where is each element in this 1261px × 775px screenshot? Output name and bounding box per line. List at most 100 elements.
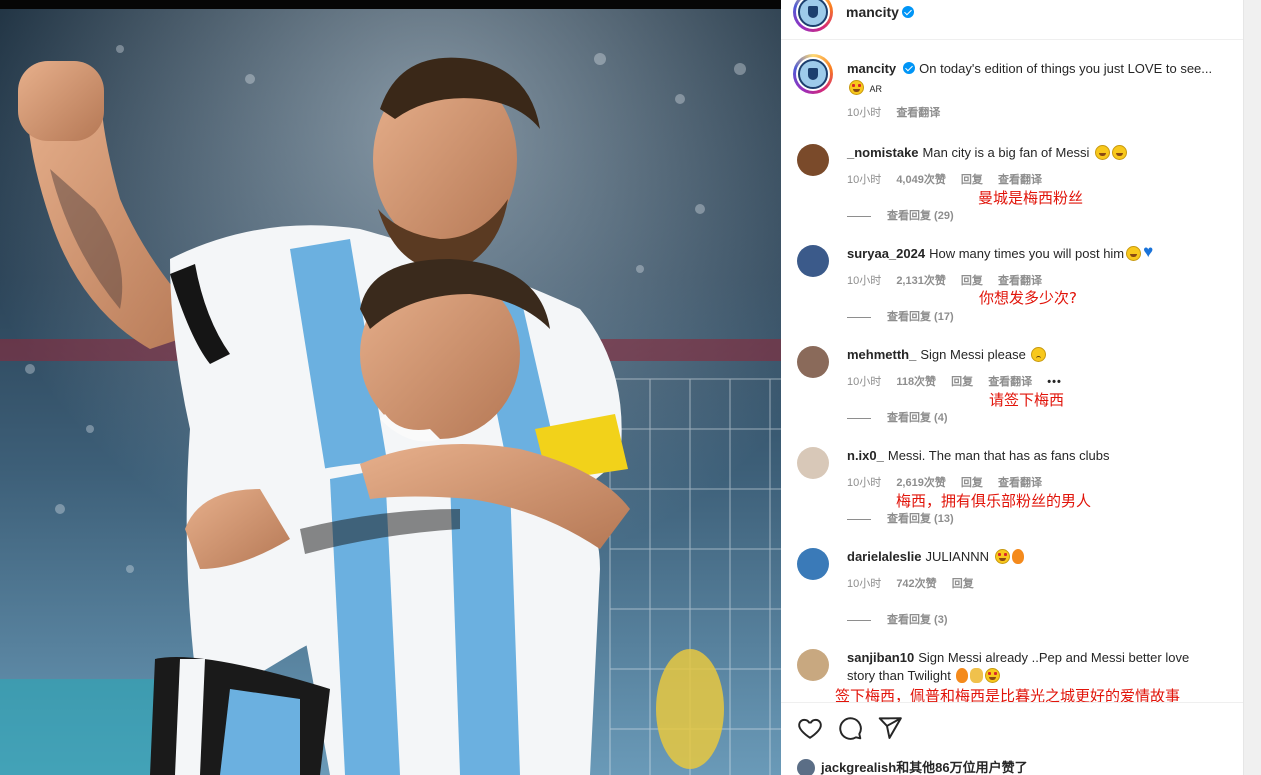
comment-list[interactable]: mancity On today's edition of things you … [781, 40, 1243, 702]
post-photo[interactable] [0, 0, 781, 775]
caption-suffix: AR [869, 84, 883, 94]
comment-meta: 10小时 742次赞 回复 [847, 575, 986, 591]
translate-button[interactable]: 查看翻译 [988, 376, 1032, 388]
view-replies-button[interactable]: 查看回复 (17) [847, 308, 954, 324]
caption-suffix-line: AR [847, 80, 882, 95]
comment-text: Man city is a big fan of Messi [922, 145, 1090, 160]
verified-icon [901, 6, 914, 18]
comment-text-line: n.ix0_ Messi. The man that has as fans cl… [847, 447, 1237, 465]
club-crest-icon [798, 59, 828, 89]
caption-time: 10小时 [847, 107, 882, 119]
account-avatar[interactable] [793, 0, 833, 32]
comment-time: 10小时 [847, 376, 882, 388]
view-replies-label: 查看回复 (29) [887, 210, 954, 222]
chinese-annotation: 你想发多少次? [979, 289, 1077, 307]
view-replies-label: 查看回复 (4) [887, 412, 948, 424]
comment-text-line: sanjiban10 Sign Messi already ..Pep and M… [847, 649, 1217, 685]
comment-likes[interactable]: 4,049次赞 [896, 174, 946, 186]
view-replies-label: 查看回复 (13) [887, 513, 954, 525]
post-header: mancity [781, 0, 1243, 40]
commenter-avatar[interactable] [797, 144, 829, 176]
reply-button[interactable]: 回复 [961, 275, 983, 287]
comment-username[interactable]: n.ix0_ [847, 448, 884, 463]
view-replies-button[interactable]: 查看回复 (3) [847, 611, 948, 627]
translate-button[interactable]: 查看翻译 [998, 477, 1042, 489]
comment-text-line: _nomistake Man city is a big fan of Messi [847, 144, 1237, 162]
clap-emoji-icon [970, 668, 984, 683]
likes-summary[interactable]: jackgrealish和其他86万位用户赞了 [797, 757, 1028, 775]
reply-button[interactable]: 回复 [961, 477, 983, 489]
comment-text-line: mehmetth_ Sign Messi please [847, 346, 1237, 364]
verified-icon [903, 62, 916, 74]
comment-likes[interactable]: 2,131次赞 [896, 275, 946, 287]
comment-icon[interactable] [837, 715, 863, 741]
comment-meta: 10小时 4,049次赞 回复 查看翻译 [847, 171, 1054, 187]
view-replies-button[interactable]: 查看回复 (13) [847, 510, 954, 526]
comment-text-line: suryaa_2024 How many times you will post … [847, 243, 1237, 263]
heart-icon[interactable] [797, 715, 823, 741]
caption-text-line: mancity On today's edition of things you … [847, 60, 1242, 78]
replies-divider [847, 417, 871, 419]
page-scroll-gutter [1243, 0, 1261, 775]
celebration-photo [0, 9, 781, 775]
laughing-emoji-icon [1112, 145, 1128, 160]
comment-likes[interactable]: 2,619次赞 [896, 477, 946, 489]
comment-text: Sign Messi please [920, 347, 1026, 362]
commenter-avatar[interactable] [797, 649, 829, 681]
chinese-annotation: 梅西，拥有俱乐部粉丝的男人 [896, 492, 1092, 510]
replies-divider [847, 316, 871, 318]
caption-username[interactable]: mancity [847, 61, 896, 76]
sad-face-emoji-icon [1031, 347, 1047, 362]
caption-text: On today's edition of things you just LO… [919, 61, 1213, 76]
comment-text: How many times you will post him [929, 246, 1125, 261]
liker-username[interactable]: jackgrealish [821, 760, 896, 775]
comment-time: 10小时 [847, 578, 882, 590]
comment-meta: 10小时 2,619次赞 回复 查看翻译 [847, 474, 1054, 490]
comment-text: Messi. The man that has as fans clubs [887, 448, 1110, 463]
fire-emoji-icon [956, 668, 969, 683]
commenter-avatar[interactable] [797, 245, 829, 277]
star-eyes-emoji-icon [985, 668, 1001, 683]
comment-username[interactable]: darielaleslie [847, 549, 921, 564]
reply-button[interactable]: 回复 [952, 578, 974, 590]
view-replies-label: 查看回复 (17) [887, 311, 954, 323]
commenter-avatar[interactable] [797, 346, 829, 378]
star-eyes-emoji-icon [849, 80, 864, 95]
comment-likes[interactable]: 742次赞 [896, 578, 936, 590]
laughing-emoji-icon [1095, 145, 1111, 160]
comment-username[interactable]: mehmetth_ [847, 347, 916, 362]
share-icon[interactable] [877, 715, 903, 741]
chinese-annotation: 请签下梅西 [989, 391, 1065, 409]
commenter-avatar[interactable] [797, 548, 829, 580]
header-username[interactable]: mancity [846, 4, 899, 20]
comment-time: 10小时 [847, 174, 882, 186]
chinese-annotation: 曼城是梅西粉丝 [978, 189, 1084, 207]
caption-meta: 10小时 查看翻译 [847, 104, 952, 120]
comment-text: JULIANNN [925, 549, 990, 564]
caption-avatar[interactable] [793, 54, 833, 94]
comment-username[interactable]: _nomistake [847, 145, 919, 160]
action-bar [781, 702, 1243, 752]
comment-username[interactable]: suryaa_2024 [847, 246, 925, 261]
more-options-icon[interactable]: ••• [1047, 376, 1062, 388]
view-replies-button[interactable]: 查看回复 (29) [847, 207, 954, 223]
comments-panel: mancity mancity On today's edition of thi… [781, 0, 1243, 775]
reply-button[interactable]: 回复 [951, 376, 973, 388]
chinese-annotation: 签下梅西，佩普和梅西是比暮光之城更好的爱情故事 [835, 687, 1181, 702]
comment-username[interactable]: sanjiban10 [847, 650, 914, 665]
laughing-emoji-icon [1126, 246, 1142, 261]
translate-button[interactable]: 查看翻译 [998, 275, 1042, 287]
star-eyes-emoji-icon [994, 549, 1010, 564]
fire-emoji-icon [1011, 549, 1024, 564]
reply-button[interactable]: 回复 [961, 174, 983, 186]
commenter-avatar[interactable] [797, 447, 829, 479]
translate-button[interactable]: 查看翻译 [998, 174, 1042, 186]
blue-heart-emoji-icon [1143, 243, 1158, 261]
comment-likes[interactable]: 118次赞 [896, 376, 936, 388]
liker-avatar [797, 759, 815, 775]
likes-rest-text: 和其他86万位用户赞了 [896, 760, 1028, 775]
comment-text-line: darielaleslie JULIANNN [847, 548, 1237, 566]
view-replies-button[interactable]: 查看回复 (4) [847, 409, 948, 425]
caption-translate-button[interactable]: 查看翻译 [896, 107, 940, 119]
replies-divider [847, 518, 871, 520]
